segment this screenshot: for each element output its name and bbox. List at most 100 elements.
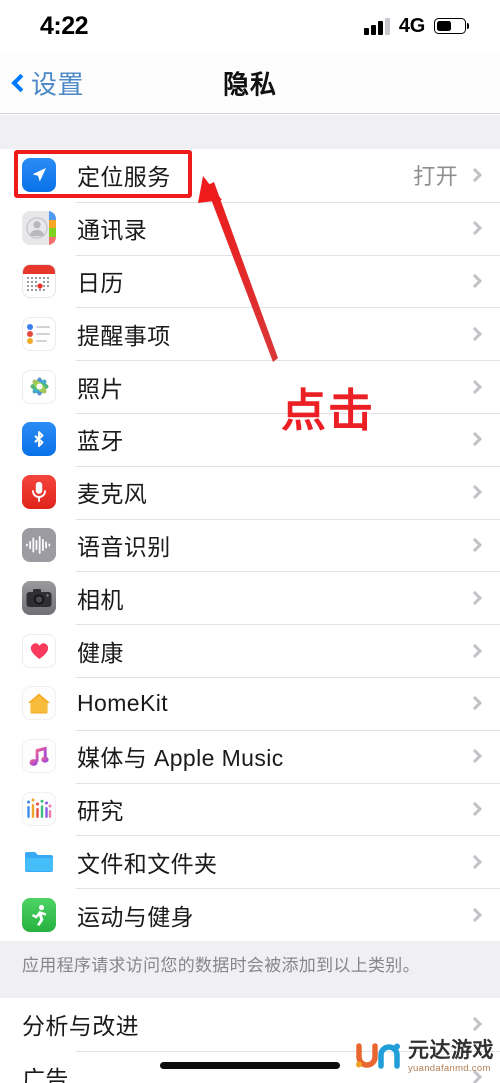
settings-row-label: 麦克风 bbox=[77, 481, 148, 508]
home-indicator[interactable] bbox=[160, 1062, 340, 1069]
settings-row-accessory bbox=[467, 1070, 500, 1083]
chevron-right-icon bbox=[467, 907, 483, 922]
settings-row-accessory bbox=[467, 432, 500, 447]
status-indicators: 4G bbox=[364, 15, 466, 38]
settings-row[interactable]: 媒体与 Apple Music bbox=[0, 729, 500, 783]
signal-bars-icon bbox=[364, 17, 390, 35]
watermark-logo-icon bbox=[356, 1043, 400, 1069]
phone-screen: 4:22 4G 设置 隐私 定位服务 打开通讯录日历提醒事项照片蓝牙麦克风语音识别… bbox=[0, 0, 500, 1083]
settings-row-accessory bbox=[467, 854, 500, 869]
battery-icon bbox=[434, 18, 466, 34]
chevron-right-icon bbox=[467, 485, 483, 500]
settings-row-label: 定位服务 bbox=[77, 164, 171, 191]
settings-row-label: 相机 bbox=[77, 586, 124, 613]
settings-row[interactable]: 定位服务 打开 bbox=[0, 149, 500, 202]
chevron-right-icon bbox=[467, 326, 483, 341]
motion-fitness-icon bbox=[22, 897, 56, 932]
settings-row-accessory bbox=[467, 537, 500, 553]
group-spacer-top bbox=[0, 115, 500, 149]
reminders-icon bbox=[22, 316, 56, 351]
settings-row-accessory bbox=[467, 643, 500, 658]
settings-row-accessory bbox=[467, 221, 500, 236]
settings-row-accessory: 打开 bbox=[413, 159, 500, 191]
chevron-right-icon bbox=[467, 854, 483, 869]
chevron-right-icon bbox=[467, 537, 483, 553]
settings-row[interactable]: 蓝牙 bbox=[0, 412, 500, 466]
chevron-right-icon bbox=[467, 1017, 483, 1032]
speech-recognition-icon bbox=[22, 527, 56, 562]
settings-row-accessory bbox=[467, 696, 500, 711]
chevron-right-icon bbox=[467, 168, 483, 183]
settings-row-label: 提醒事项 bbox=[77, 322, 171, 349]
settings-row-label: 分析与改进 bbox=[22, 1013, 139, 1040]
health-icon bbox=[22, 633, 56, 668]
settings-row-label: 健康 bbox=[77, 639, 124, 666]
settings-row-accessory bbox=[467, 326, 500, 341]
settings-row[interactable]: 语音识别 bbox=[0, 518, 500, 572]
settings-row[interactable]: 提醒事项 bbox=[0, 307, 500, 361]
camera-icon bbox=[22, 580, 56, 615]
location-services-icon bbox=[22, 158, 56, 193]
page-title: 隐私 bbox=[222, 69, 277, 99]
settings-row-label: 研究 bbox=[77, 797, 124, 824]
settings-row-label: HomeKit bbox=[77, 689, 168, 716]
watermark-title: 元达游戏 bbox=[408, 1038, 494, 1062]
chevron-right-icon bbox=[467, 379, 483, 394]
watermark: 元达游戏 yuandafanmd.com bbox=[355, 1040, 494, 1074]
contacts-icon bbox=[22, 211, 56, 246]
chevron-right-icon bbox=[467, 749, 483, 764]
settings-row-value: 打开 bbox=[413, 164, 458, 190]
homekit-icon bbox=[22, 686, 56, 721]
settings-row-accessory bbox=[467, 1017, 500, 1032]
settings-row-label: 日历 bbox=[77, 269, 124, 296]
settings-row-label: 广告 bbox=[22, 1066, 69, 1083]
settings-row-label: 运动与健身 bbox=[77, 903, 194, 930]
settings-row[interactable]: 研究 bbox=[0, 782, 500, 836]
annotation-text: 点击 bbox=[281, 384, 376, 437]
privacy-permissions-group: 定位服务 打开通讯录日历提醒事项照片蓝牙麦克风语音识别相机健康 HomeKit 媒体与… bbox=[0, 149, 500, 941]
research-icon bbox=[22, 791, 56, 826]
calendar-icon bbox=[22, 263, 56, 298]
settings-row[interactable]: 照片 bbox=[0, 360, 500, 413]
settings-row[interactable]: 文件和文件夹 bbox=[0, 835, 500, 889]
files-folders-icon bbox=[22, 844, 56, 879]
settings-row-accessory bbox=[467, 749, 500, 764]
apple-music-icon bbox=[22, 739, 56, 774]
navigation-bar: 设置 隐私 bbox=[0, 52, 500, 114]
settings-row-label: 媒体与 Apple Music bbox=[77, 745, 284, 772]
settings-row-accessory bbox=[467, 485, 500, 500]
settings-row-accessory bbox=[467, 907, 500, 922]
settings-row-label: 语音识别 bbox=[77, 533, 171, 560]
network-type-label: 4G bbox=[398, 14, 425, 37]
settings-row-label: 蓝牙 bbox=[77, 428, 124, 455]
chevron-right-icon bbox=[467, 432, 483, 447]
settings-row-label: 通讯录 bbox=[77, 217, 148, 244]
settings-row[interactable]: 通讯录 bbox=[0, 201, 500, 255]
watermark-url: yuandafanmd.com bbox=[408, 1062, 491, 1074]
chevron-right-icon bbox=[467, 696, 483, 711]
settings-row-accessory bbox=[467, 590, 500, 605]
settings-row[interactable]: 麦克风 bbox=[0, 465, 500, 519]
microphone-icon bbox=[22, 475, 56, 510]
settings-scroll-area[interactable]: 定位服务 打开通讯录日历提醒事项照片蓝牙麦克风语音识别相机健康 HomeKit 媒体与… bbox=[0, 115, 500, 1083]
settings-row-accessory bbox=[467, 801, 500, 817]
settings-row[interactable]: 运动与健身 bbox=[0, 888, 500, 941]
bluetooth-icon bbox=[22, 422, 56, 457]
chevron-right-icon bbox=[467, 221, 483, 236]
settings-row-accessory bbox=[467, 379, 500, 394]
settings-row-label: 照片 bbox=[77, 375, 124, 402]
settings-row[interactable]: HomeKit bbox=[0, 676, 500, 730]
photos-icon bbox=[22, 369, 56, 404]
settings-row[interactable]: 相机 bbox=[0, 571, 500, 625]
settings-row[interactable]: 健康 bbox=[0, 624, 500, 677]
chevron-right-icon bbox=[467, 273, 483, 289]
status-time: 4:22 bbox=[40, 11, 89, 40]
chevron-right-icon bbox=[467, 590, 483, 605]
group-footer-note: 应用程序请求访问您的数据时会被添加到以上类别。 bbox=[0, 940, 500, 998]
chevron-right-icon bbox=[467, 643, 483, 658]
chevron-right-icon bbox=[467, 801, 483, 817]
settings-row-accessory bbox=[467, 273, 500, 289]
settings-row[interactable]: 日历 bbox=[0, 254, 500, 308]
settings-row-label: 文件和文件夹 bbox=[77, 850, 218, 877]
status-bar: 4:22 4G bbox=[0, 0, 500, 52]
